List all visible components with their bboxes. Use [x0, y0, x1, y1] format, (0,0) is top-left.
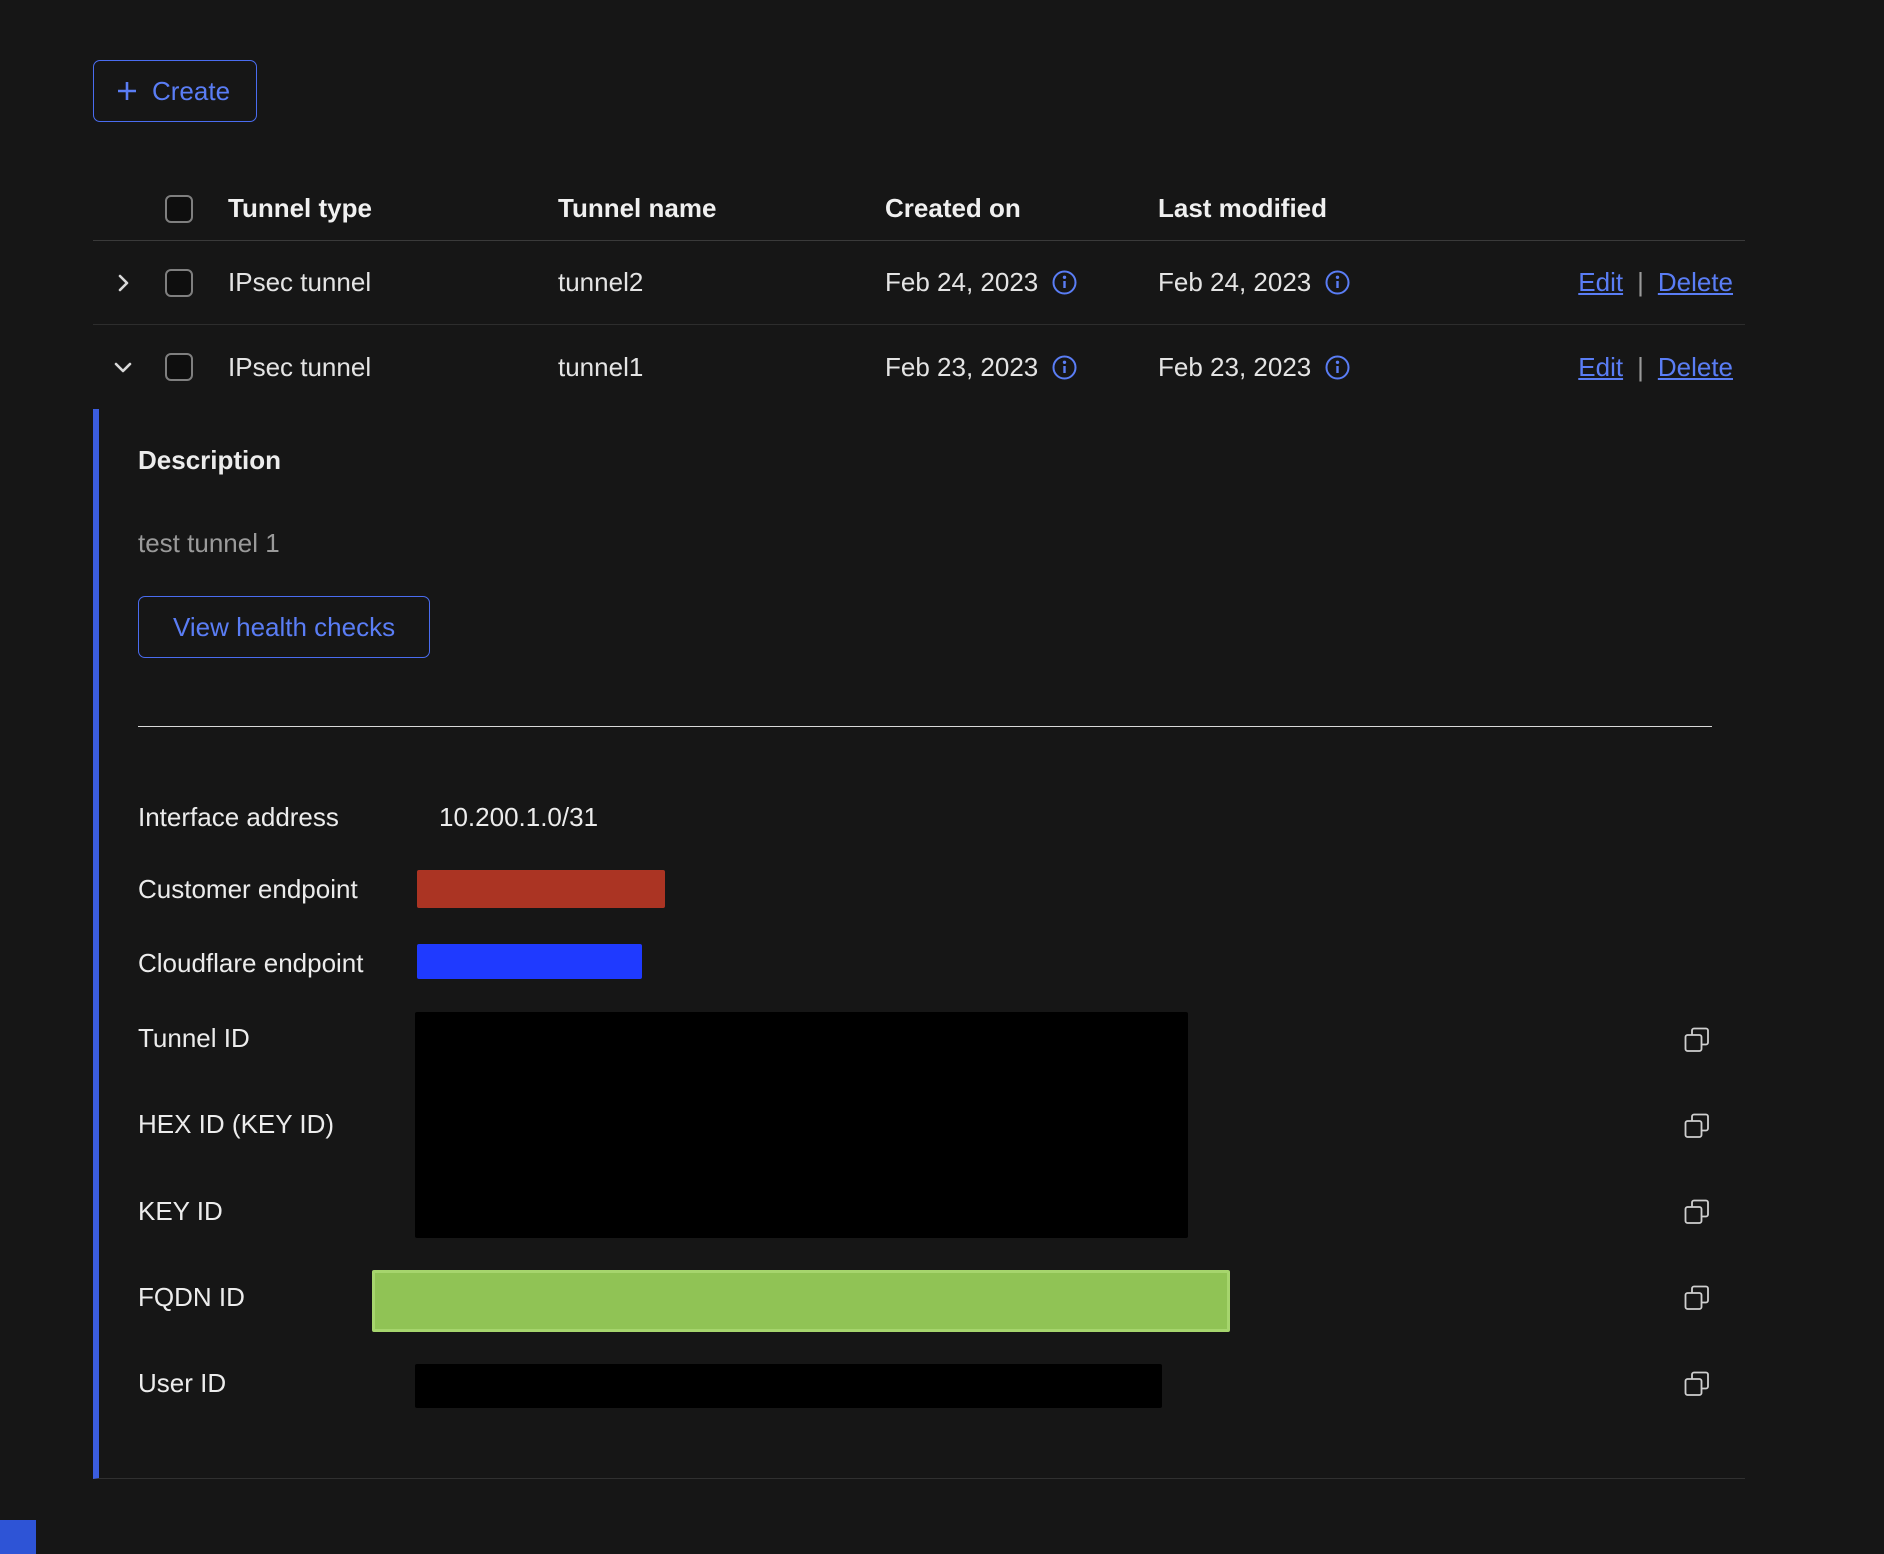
expanded-row-detail: Description test tunnel 1 View health ch… [93, 409, 1745, 1479]
info-icon[interactable] [1051, 354, 1078, 381]
action-separator: | [1637, 352, 1644, 382]
chevron-down-icon[interactable] [107, 351, 139, 383]
row-checkbox[interactable] [165, 269, 193, 297]
customer-endpoint-label: Customer endpoint [138, 871, 358, 907]
cloudflare-endpoint-redacted-value [417, 944, 642, 979]
create-button-label: Create [152, 76, 230, 107]
copy-icon[interactable] [1677, 1106, 1717, 1146]
delete-link[interactable]: Delete [1658, 267, 1733, 297]
section-divider [138, 726, 1712, 727]
edit-link[interactable]: Edit [1578, 352, 1623, 382]
edit-link[interactable]: Edit [1578, 267, 1623, 297]
info-icon[interactable] [1051, 269, 1078, 296]
copy-icon[interactable] [1677, 1278, 1717, 1318]
delete-link[interactable]: Delete [1658, 352, 1733, 382]
user-id-redacted-value [415, 1364, 1162, 1408]
action-separator: | [1637, 267, 1644, 297]
select-all-checkbox[interactable] [165, 195, 193, 223]
fqdn-id-label: FQDN ID [138, 1279, 245, 1315]
cloudflare-endpoint-label: Cloudflare endpoint [138, 945, 364, 981]
plus-icon [114, 78, 140, 104]
column-header-tunnel-type: Tunnel type [228, 193, 558, 224]
last-modified-cell: Feb 24, 2023 [1158, 267, 1311, 298]
tunnel-id-hex-key-redacted-values [415, 1012, 1188, 1238]
created-on-cell: Feb 24, 2023 [885, 267, 1038, 298]
tunnel-type-cell: IPsec tunnel [228, 352, 558, 383]
customer-endpoint-redacted-value [417, 870, 665, 908]
user-id-label: User ID [138, 1365, 226, 1401]
create-button[interactable]: Create [93, 60, 257, 122]
hex-id-label: HEX ID (KEY ID) [138, 1106, 334, 1142]
bottom-left-accent [0, 1520, 36, 1554]
column-header-created-on: Created on [885, 193, 1158, 224]
description-value: test tunnel 1 [138, 525, 280, 561]
tunnel-id-label: Tunnel ID [138, 1020, 250, 1056]
description-label: Description [138, 442, 281, 478]
interface-address-label: Interface address [138, 799, 339, 835]
tunnels-page: Create Tunnel type Tunnel name Created o… [0, 0, 1884, 1554]
row-checkbox[interactable] [165, 353, 193, 381]
last-modified-cell: Feb 23, 2023 [1158, 352, 1311, 383]
view-health-checks-button[interactable]: View health checks [138, 596, 430, 658]
created-on-cell: Feb 23, 2023 [885, 352, 1038, 383]
tunnel-name-cell: tunnel1 [558, 352, 885, 383]
key-id-label: KEY ID [138, 1193, 223, 1229]
tunnel-type-cell: IPsec tunnel [228, 267, 558, 298]
copy-icon[interactable] [1677, 1020, 1717, 1060]
fqdn-id-redacted-value [372, 1270, 1230, 1332]
tunnel-name-cell: tunnel2 [558, 267, 885, 298]
copy-icon[interactable] [1677, 1192, 1717, 1232]
copy-icon[interactable] [1677, 1364, 1717, 1404]
column-header-last-modified: Last modified [1158, 193, 1430, 224]
info-icon[interactable] [1324, 354, 1351, 381]
table-header-row: Tunnel type Tunnel name Created on Last … [93, 177, 1745, 241]
table-row: IPsec tunnel tunnel2 Feb 24, 2023 Feb 24… [93, 241, 1745, 325]
column-header-tunnel-name: Tunnel name [558, 193, 885, 224]
chevron-right-icon[interactable] [107, 267, 139, 299]
interface-address-value: 10.200.1.0/31 [439, 799, 598, 835]
info-icon[interactable] [1324, 269, 1351, 296]
table-row: IPsec tunnel tunnel1 Feb 23, 2023 Feb 23… [93, 325, 1745, 409]
